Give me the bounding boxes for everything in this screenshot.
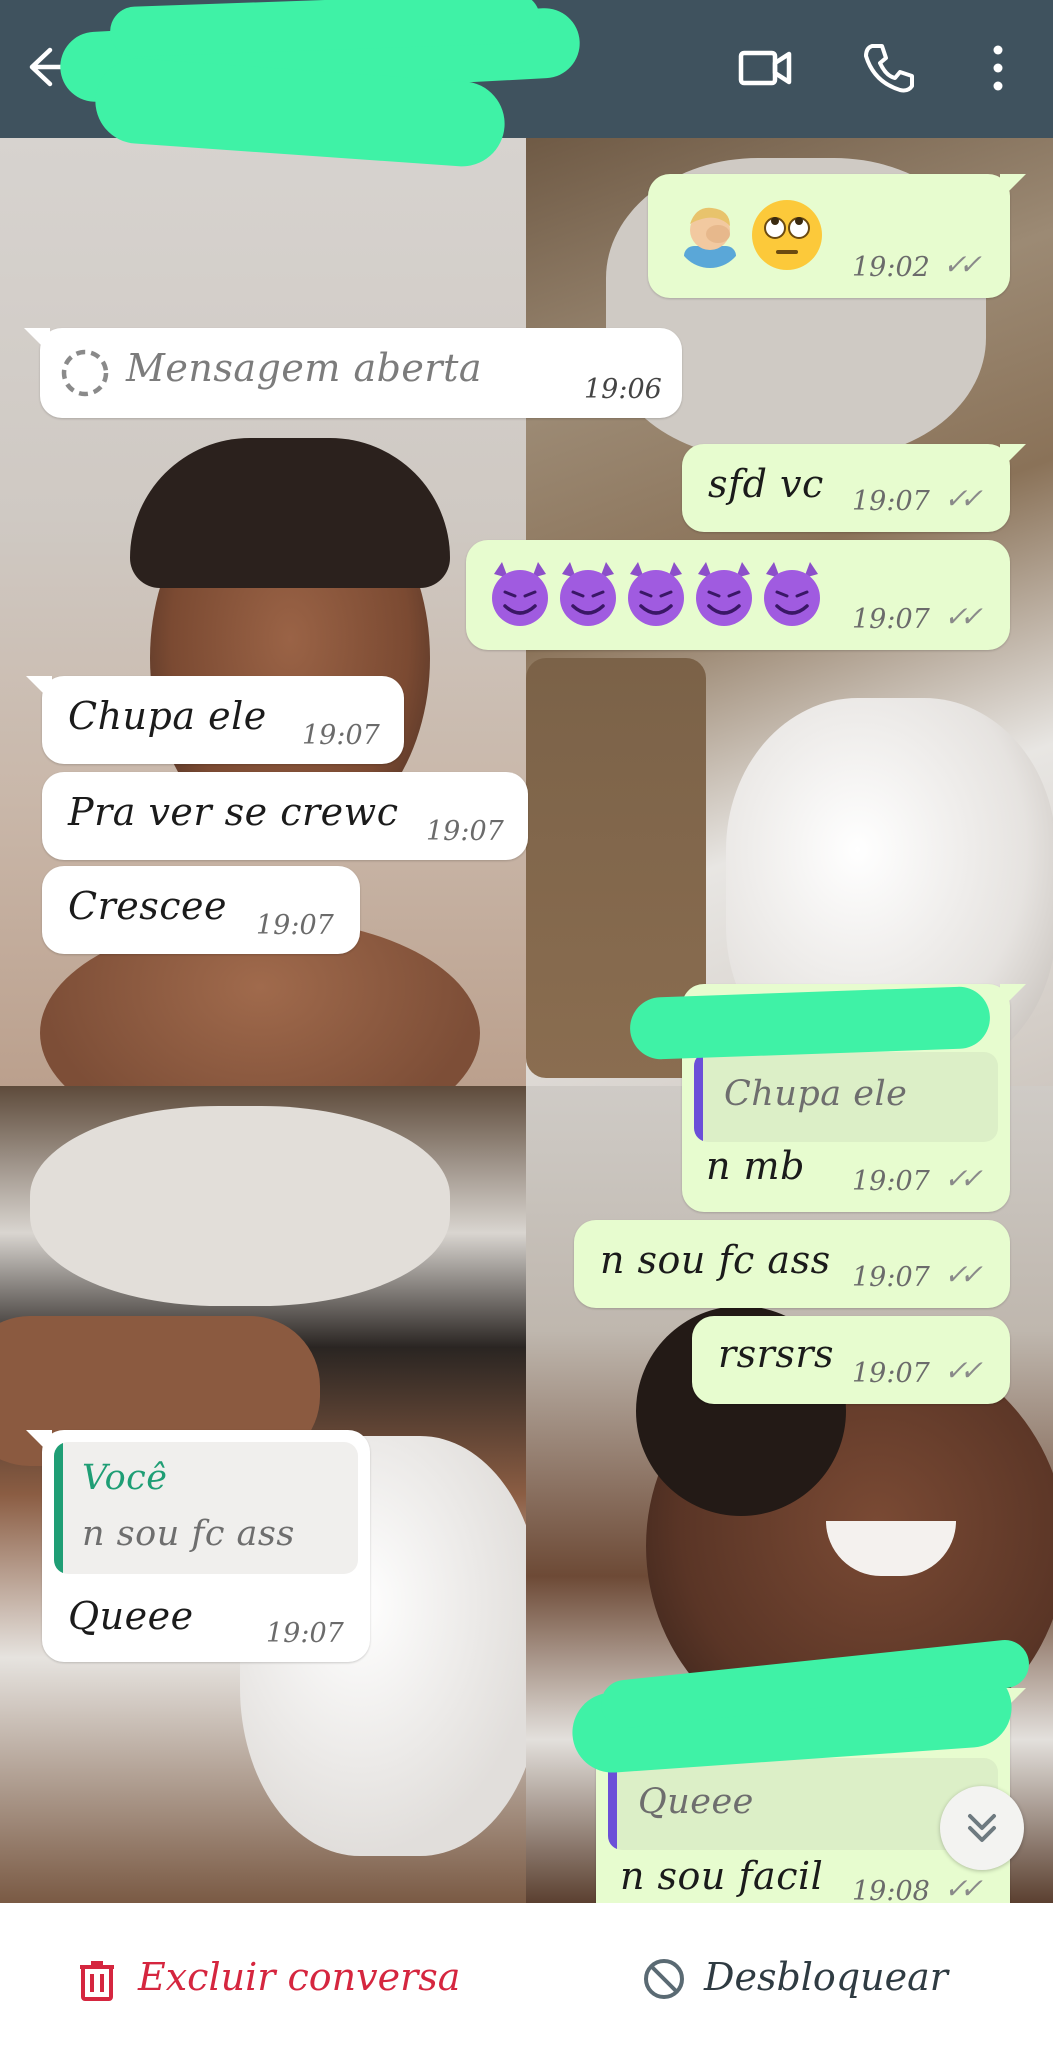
message-text: n sou facil bbox=[620, 1854, 824, 1898]
outgoing-message[interactable]: sfd vc 19:07 ✓✓ bbox=[682, 444, 1026, 532]
quoted-message[interactable]: Queee bbox=[608, 1758, 998, 1850]
more-vertical-icon[interactable] bbox=[968, 38, 1028, 98]
outgoing-message[interactable]: rsrsrs 19:07 ✓✓ bbox=[692, 1316, 1010, 1404]
quote-author: Você bbox=[82, 1458, 168, 1498]
message-text: Mensagem aberta bbox=[126, 346, 483, 390]
message-time: 19:07 bbox=[266, 1618, 344, 1649]
message-time: 19:06 bbox=[584, 374, 662, 405]
incoming-message[interactable]: Pra ver se crewc 19:07 bbox=[42, 772, 528, 860]
smiling-face-with-horns-emoji-row bbox=[492, 560, 822, 628]
quoted-message[interactable]: Chupa ele bbox=[694, 1052, 998, 1142]
delete-conversation-button[interactable]: Excluir conversa bbox=[70, 1933, 470, 2023]
unblock-label: Desbloquear bbox=[704, 1955, 948, 1999]
message-text: Queee bbox=[68, 1594, 194, 1638]
unblock-button[interactable]: Desbloquear bbox=[640, 1933, 960, 2023]
outgoing-message[interactable]: 19:07 ✓✓ bbox=[466, 540, 1010, 650]
incoming-message[interactable]: Chupa ele 19:07 bbox=[26, 676, 404, 764]
block-icon bbox=[644, 1959, 684, 1999]
message-time: 19:07 bbox=[426, 816, 504, 847]
message-text: Pra ver se crewc bbox=[68, 790, 399, 834]
read-ticks-icon: ✓✓ bbox=[944, 482, 983, 515]
view-once-opened-icon bbox=[61, 349, 109, 397]
read-ticks-icon: ✓✓ bbox=[944, 1162, 983, 1195]
read-ticks-icon: ✓✓ bbox=[944, 1872, 983, 1905]
chat-header bbox=[0, 0, 1053, 170]
delete-conversation-label: Excluir conversa bbox=[138, 1955, 461, 1999]
video-camera-icon[interactable] bbox=[735, 38, 795, 98]
message-text: n mb bbox=[706, 1144, 805, 1188]
quoted-message[interactable]: Você n sou fc ass bbox=[54, 1442, 358, 1574]
quoted-text: Queee bbox=[638, 1782, 754, 1822]
scroll-to-bottom-button[interactable] bbox=[940, 1786, 1024, 1870]
incoming-reply-message[interactable]: Você n sou fc ass Queee 19:07 bbox=[26, 1430, 370, 1662]
bubble-tail bbox=[24, 328, 50, 354]
message-text: rsrsrs bbox=[718, 1332, 834, 1376]
read-ticks-icon: ✓✓ bbox=[943, 248, 982, 281]
double-chevron-down-icon bbox=[968, 1814, 996, 1842]
bubble-tail bbox=[1000, 984, 1026, 1010]
bubble-tail bbox=[26, 1430, 52, 1456]
blocked-contact-bar: Excluir conversa Desbloquear bbox=[0, 1903, 1053, 2048]
message-text: sfd vc bbox=[708, 462, 824, 506]
incoming-message[interactable]: Mensagem aberta 19:06 bbox=[24, 328, 682, 418]
man-facepalming-emoji bbox=[684, 207, 736, 268]
quote-bar bbox=[694, 1052, 703, 1142]
read-ticks-icon: ✓✓ bbox=[944, 600, 983, 633]
quoted-text: n sou fc ass bbox=[82, 1514, 295, 1554]
read-ticks-icon: ✓✓ bbox=[944, 1258, 983, 1291]
message-time: 19:07 bbox=[852, 1358, 930, 1389]
bubble-tail bbox=[1000, 174, 1026, 200]
outgoing-message[interactable]: 19:02 ✓✓ bbox=[648, 174, 1026, 298]
trash-icon bbox=[80, 1961, 114, 2001]
message-text: Crescee bbox=[68, 884, 227, 928]
incoming-message[interactable]: Crescee 19:07 bbox=[42, 866, 360, 954]
message-text: n sou fc ass bbox=[600, 1238, 831, 1282]
message-time: 19:07 bbox=[852, 486, 930, 517]
quoted-text: Chupa ele bbox=[724, 1074, 908, 1114]
message-text: Chupa ele bbox=[68, 694, 267, 738]
message-time: 19:07 bbox=[852, 1262, 930, 1293]
bubble-tail bbox=[26, 676, 52, 702]
quote-bar bbox=[54, 1442, 63, 1574]
message-time: 19:07 bbox=[852, 604, 930, 635]
message-time: 19:07 bbox=[302, 720, 380, 751]
outgoing-message[interactable]: n sou fc ass 19:07 ✓✓ bbox=[574, 1220, 1010, 1308]
read-ticks-icon: ✓✓ bbox=[944, 1354, 983, 1387]
message-time: 19:07 bbox=[256, 910, 334, 941]
redacted-quote-author bbox=[629, 985, 991, 1061]
bubble-tail bbox=[1000, 444, 1026, 470]
face-with-rolling-eyes-emoji bbox=[752, 200, 822, 270]
message-time: 19:07 bbox=[852, 1166, 930, 1197]
message-time: 19:02 bbox=[852, 252, 930, 283]
phone-icon[interactable] bbox=[858, 38, 918, 98]
